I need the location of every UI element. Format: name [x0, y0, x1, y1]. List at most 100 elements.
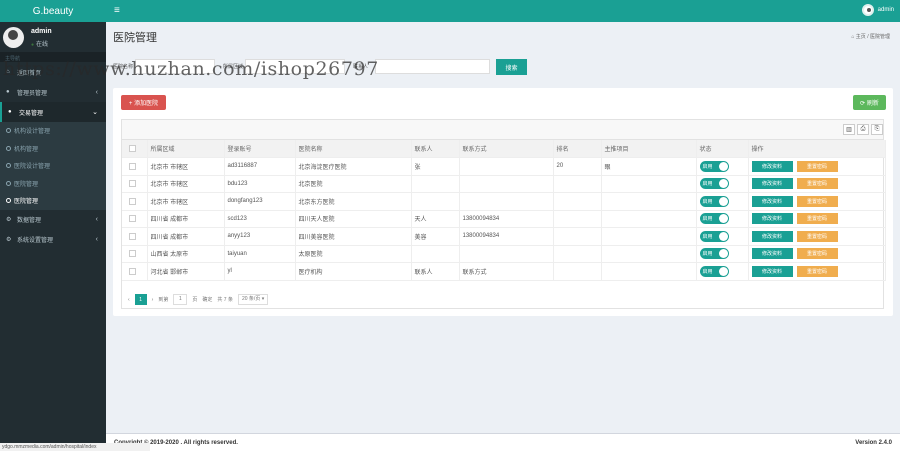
menu-toggle-icon[interactable]: ≡ [114, 5, 120, 16]
table-cell: 四川美容医院 [295, 227, 412, 246]
table-row[interactable]: 河北省 邯郸市 yl 医疗机构 联系人 联系方式 启用 修改资料 重置密码 [122, 262, 886, 281]
table-cell: 四川天人医院 [295, 210, 412, 228]
export-icon[interactable]: ⎙ [857, 124, 869, 135]
breadcrumb-current: 医院管理 [869, 34, 890, 40]
circle-icon [6, 145, 11, 151]
status-toggle[interactable]: 启用 [699, 213, 729, 225]
table-cell: yl [224, 262, 296, 281]
table-row[interactable]: 北京市 市辖区 ad3116887 北京海淀医疗医院张 20 眼启用 修改资料 重置密码 [122, 157, 886, 176]
reset-password-button[interactable]: 重置密码 [796, 160, 838, 172]
add-hospital-button[interactable]: + 添加医院 [121, 95, 166, 110]
table-cell [553, 262, 602, 281]
reset-password-button[interactable]: 重置密码 [796, 265, 838, 277]
actions-cell: 修改资料 重置密码 [748, 227, 886, 246]
version-text: Version 2.4.0 [855, 440, 892, 446]
user-menu[interactable]: admin [861, 4, 894, 16]
main-panel: + 添加医院 ⟳ 刷新 ▥ ⎙ ⎘ 所属区域 登录账号 医院名称 联系人 联系方… [113, 88, 893, 316]
breadcrumb-separator: / [867, 34, 869, 40]
table-cell [459, 175, 554, 193]
table-cell: 美容 [411, 227, 460, 246]
sidebar-subitem[interactable]: 医院设计管理 [0, 157, 106, 175]
sidebar-subitem[interactable]: 机构设计管理 [0, 122, 106, 140]
reset-password-button[interactable]: 重置密码 [796, 195, 838, 207]
table-row[interactable]: 北京市 市辖区 bdu123 北京医院 启用 修改资料 重置密码 [122, 175, 886, 193]
contact-input[interactable] [375, 59, 490, 74]
search-button[interactable]: 搜索 [496, 59, 527, 75]
column-header[interactable]: 医院名称 [295, 140, 412, 158]
reset-password-button[interactable]: 重置密码 [796, 248, 838, 260]
next-page-button[interactable]: › [152, 297, 154, 303]
actions-cell: 修改资料 重置密码 [748, 245, 886, 263]
status-toggle[interactable]: 启用 [699, 178, 729, 190]
column-header[interactable]: 联系方式 [459, 140, 554, 158]
page-size-select[interactable]: 20 条/页 ▾ [237, 294, 269, 305]
page-unit-label: 页 [192, 297, 198, 303]
row-checkbox[interactable] [122, 192, 148, 211]
sidebar-item-admin[interactable]: ● 管理员管理 ‹ [0, 82, 106, 102]
status-toggle[interactable]: 启用 [699, 160, 729, 172]
column-header[interactable]: 登录账号 [224, 140, 296, 158]
user-status: 在线 [31, 39, 48, 48]
edit-button[interactable]: 修改资料 [751, 230, 793, 242]
confirm-button[interactable]: 确定 [202, 296, 212, 303]
status-cell: 启用 [696, 262, 749, 281]
actions-cell: 修改资料 重置密码 [748, 157, 886, 176]
edit-button[interactable]: 修改资料 [751, 265, 793, 277]
row-checkbox[interactable] [122, 262, 148, 281]
reset-password-button[interactable]: 重置密码 [796, 178, 838, 190]
edit-button[interactable]: 修改资料 [751, 178, 793, 190]
gear-icon: ⚙ [6, 217, 12, 223]
table-row[interactable]: 北京市 市辖区 dongfang123 北京东方医院 启用 修改资料 重置密码 [122, 192, 886, 211]
sidebar-item-trade[interactable]: ● 交易管理 ⌄ [0, 102, 106, 122]
column-header[interactable]: 所属区域 [147, 140, 225, 158]
columns-icon[interactable]: ▥ [843, 124, 855, 135]
caret-down-icon: ▾ [261, 296, 265, 302]
sidebar-item-data[interactable]: ⚙ 数据管理 ‹ [0, 210, 106, 230]
table-row[interactable]: 四川省 成都市 scd123 四川天人医院 天人 13800094834 启用 修改资料 重置… [122, 210, 886, 228]
sidebar-subitem[interactable]: 医院管理 [0, 175, 106, 193]
status-toggle[interactable]: 启用 [699, 230, 729, 242]
row-checkbox[interactable] [122, 245, 148, 263]
row-checkbox[interactable] [122, 227, 148, 246]
table-cell: 20 [553, 157, 602, 176]
row-checkbox[interactable] [122, 210, 148, 228]
circle-icon [6, 180, 11, 186]
edit-button[interactable]: 修改资料 [751, 213, 793, 225]
refresh-button[interactable]: ⟳ 刷新 [853, 95, 886, 110]
reset-password-button[interactable]: 重置密码 [796, 213, 838, 225]
column-header[interactable]: 排名 [553, 140, 602, 158]
chevron-down-icon: ⌄ [92, 109, 98, 116]
edit-button[interactable]: 修改资料 [751, 248, 793, 260]
table-cell: 眼 [601, 157, 697, 176]
select-all-checkbox[interactable] [122, 140, 148, 158]
sidebar-subitem-active[interactable]: 医院管理 [0, 192, 106, 210]
column-header[interactable]: 联系人 [411, 140, 460, 158]
status-toggle[interactable]: 启用 [699, 248, 729, 260]
edit-button[interactable]: 修改资料 [751, 195, 793, 207]
edit-button[interactable]: 修改资料 [751, 160, 793, 172]
sidebar-item-settings[interactable]: ⚙ 系统设置管理 ‹ [0, 230, 106, 250]
table-row[interactable]: 四川省 成都市 anyy123 四川美容医院 美容 13800094834 启用 修改资料重… [122, 227, 886, 246]
user-name: admin [877, 7, 894, 13]
table-cell: 联系人 [411, 262, 460, 281]
current-page[interactable]: 1 [134, 294, 147, 305]
status-toggle[interactable]: 启用 [699, 195, 729, 207]
print-icon[interactable]: ⎘ [871, 124, 883, 135]
table-cell: 山西省 太原市 [147, 245, 225, 263]
table-row[interactable]: 山西省 太原市 taiyuan 太原医院 启用 修改资料 重置密码 [122, 245, 886, 263]
home-icon: ⌂ [851, 34, 855, 40]
page-input[interactable]: 1 [173, 294, 188, 305]
status-toggle[interactable]: 启用 [699, 265, 729, 277]
breadcrumb-home[interactable]: 主页 [856, 34, 866, 40]
column-header[interactable]: 状态 [696, 140, 749, 158]
row-checkbox[interactable] [122, 175, 148, 193]
prev-page-button[interactable]: ‹ [128, 297, 130, 303]
sidebar-subitem[interactable]: 机构管理 [0, 140, 106, 158]
table-cell: anyy123 [224, 227, 296, 246]
row-checkbox[interactable] [122, 157, 148, 176]
column-header[interactable]: 主推项目 [601, 140, 697, 158]
reset-password-button[interactable]: 重置密码 [796, 230, 838, 242]
user-panel: admin 在线 [0, 22, 106, 52]
table-cell [601, 192, 697, 211]
app-logo[interactable]: G.beauty [0, 0, 106, 22]
